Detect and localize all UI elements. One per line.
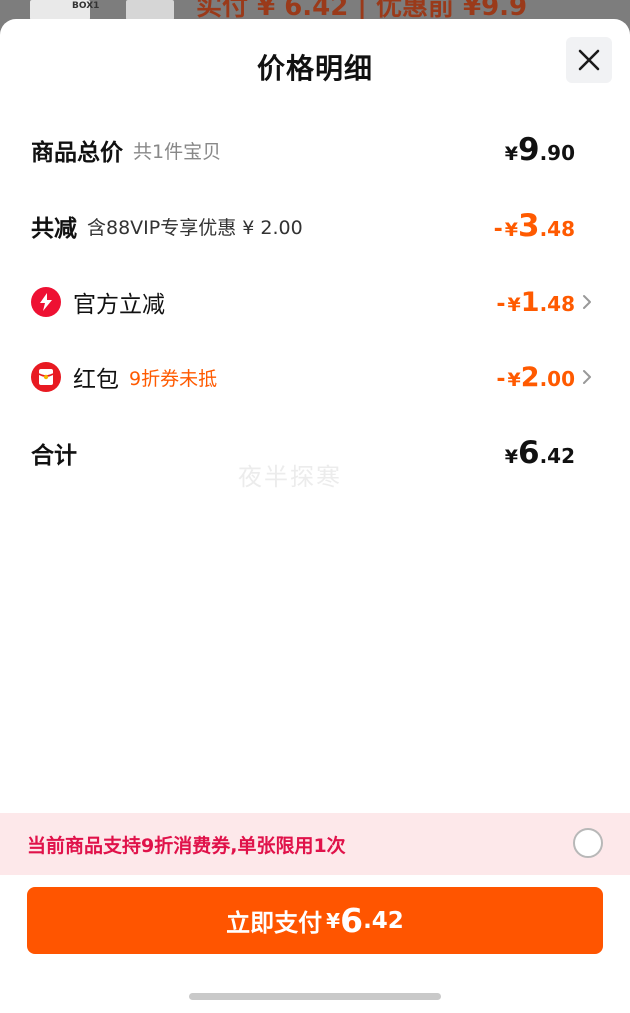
close-icon bbox=[578, 49, 600, 71]
total-discount-amount: - ¥ 3 .48 bbox=[494, 208, 575, 244]
minus-sign: - bbox=[496, 291, 506, 317]
watermark: 夜半探寒 bbox=[238, 463, 342, 491]
pay-now-button[interactable]: 立即支付 ¥ 6 .42 bbox=[27, 887, 603, 954]
pay-button-label: 立即支付 bbox=[226, 909, 323, 937]
total-discount-label: 共减 bbox=[31, 216, 77, 242]
subtotal-amount: ¥ 9 .90 bbox=[505, 132, 575, 168]
lightning-icon bbox=[31, 287, 61, 317]
amount-decimal: .90 bbox=[539, 141, 575, 165]
amount-integer: 6 bbox=[340, 901, 364, 940]
amount-decimal: .42 bbox=[539, 444, 575, 468]
amount-integer: 6 bbox=[517, 435, 540, 471]
row-red-packet[interactable]: 红包 9折券未抵 - ¥ 2 .00 bbox=[31, 357, 591, 397]
red-packet-amount: - ¥ 2 .00 bbox=[496, 362, 575, 393]
product-thumbnail-2 bbox=[126, 0, 174, 20]
coupon-status: 9折券未抵 bbox=[129, 367, 218, 390]
subtotal-label: 商品总价 bbox=[31, 140, 123, 166]
home-indicator[interactable] bbox=[189, 993, 441, 1000]
amount-decimal: .00 bbox=[539, 366, 575, 391]
amount-decimal: .48 bbox=[539, 217, 575, 241]
coupon-radio-button[interactable] bbox=[573, 828, 603, 858]
close-button[interactable] bbox=[566, 37, 612, 83]
total-amount: ¥ 6 .42 bbox=[505, 435, 575, 471]
red-packet-icon bbox=[31, 362, 61, 392]
minus-sign: - bbox=[496, 366, 506, 392]
amount-decimal: .48 bbox=[539, 291, 575, 316]
official-discount-label: 官方立减 bbox=[73, 292, 165, 318]
row-official-discount[interactable]: 官方立减 - ¥ 1 .48 bbox=[31, 282, 591, 322]
thumbnail-text: BOX1 bbox=[72, 1, 100, 11]
amount-integer: 2 bbox=[520, 361, 540, 393]
coupon-notice-bar: 当前商品支持9折消费券,单张限用1次 bbox=[0, 813, 630, 875]
total-label: 合计 bbox=[31, 443, 77, 469]
vip-discount-note: 含88VIP专享优惠 ¥ 2.00 bbox=[87, 216, 303, 239]
row-subtotal: 商品总价 共1件宝贝 ¥ 9 .90 bbox=[31, 130, 575, 170]
subtotal-count: 共1件宝贝 bbox=[133, 140, 222, 163]
row-total-discount: 共减 含88VIP专享优惠 ¥ 2.00 - ¥ 3 .48 bbox=[31, 206, 575, 246]
currency-symbol: ¥ bbox=[507, 293, 521, 316]
price-detail-sheet: 价格明细 商品总价 共1件宝贝 ¥ 9 .90 共减 含88VIP专享优惠 ¥ … bbox=[0, 19, 630, 1013]
red-packet-label: 红包 bbox=[73, 367, 119, 393]
sheet-title: 价格明细 bbox=[256, 52, 373, 85]
currency-symbol: ¥ bbox=[326, 908, 341, 933]
chevron-right-icon bbox=[583, 370, 591, 384]
coupon-notice-text: 当前商品支持9折消费券,单张限用1次 bbox=[27, 834, 346, 857]
currency-symbol: ¥ bbox=[507, 368, 521, 391]
amount-integer: 1 bbox=[520, 286, 540, 318]
currency-symbol: ¥ bbox=[504, 219, 518, 241]
currency-symbol: ¥ bbox=[504, 143, 518, 165]
amount-integer: 3 bbox=[517, 208, 540, 244]
chevron-right-icon bbox=[583, 295, 591, 309]
amount-integer: 9 bbox=[517, 132, 540, 168]
official-discount-amount: - ¥ 1 .48 bbox=[496, 287, 575, 318]
currency-symbol: ¥ bbox=[504, 446, 518, 468]
product-thumbnail: BOX1 bbox=[30, 0, 99, 20]
minus-sign: - bbox=[493, 217, 503, 242]
amount-decimal: .42 bbox=[363, 907, 404, 934]
